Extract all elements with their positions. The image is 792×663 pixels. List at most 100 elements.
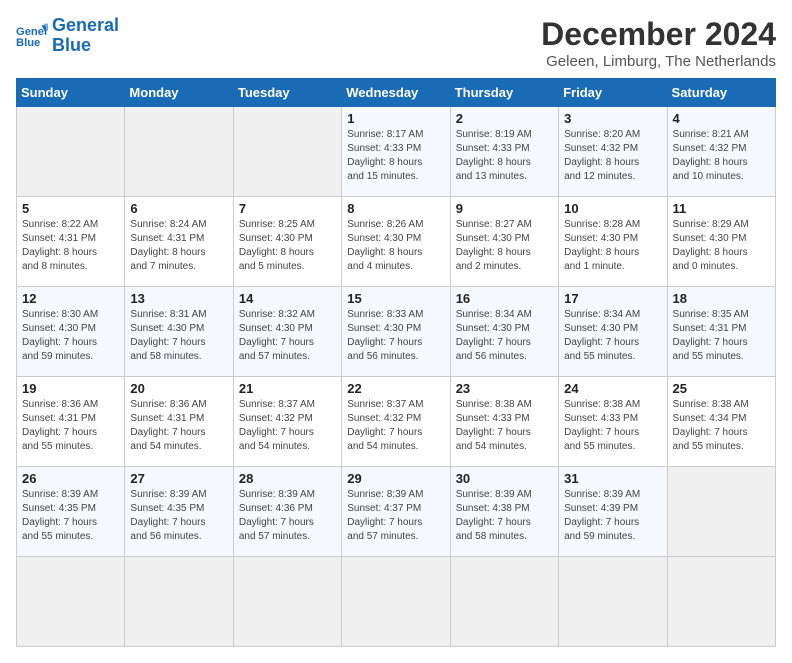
- calendar-cell: [667, 557, 775, 647]
- day-info: Sunrise: 8:37 AM Sunset: 4:32 PM Dayligh…: [347, 398, 444, 454]
- day-info: Sunrise: 8:35 AM Sunset: 4:31 PM Dayligh…: [673, 308, 770, 364]
- day-number: 21: [239, 381, 336, 396]
- weekday-thursday: Thursday: [450, 79, 558, 107]
- weekday-monday: Monday: [125, 79, 233, 107]
- day-number: 9: [456, 201, 553, 216]
- day-info: Sunrise: 8:19 AM Sunset: 4:33 PM Dayligh…: [456, 128, 553, 184]
- calendar-cell: [342, 557, 450, 647]
- calendar-cell: 23 Sunrise: 8:38 AM Sunset: 4:33 PM Dayli…: [450, 377, 558, 467]
- calendar-row: [17, 557, 776, 647]
- calendar-row: 26 Sunrise: 8:39 AM Sunset: 4:35 PM Dayli…: [17, 467, 776, 557]
- calendar-cell: [233, 107, 341, 197]
- day-number: 2: [456, 111, 553, 126]
- day-number: 6: [130, 201, 227, 216]
- calendar-cell: 15 Sunrise: 8:33 AM Sunset: 4:30 PM Dayli…: [342, 287, 450, 377]
- day-info: Sunrise: 8:38 AM Sunset: 4:33 PM Dayligh…: [456, 398, 553, 454]
- day-info: Sunrise: 8:39 AM Sunset: 4:37 PM Dayligh…: [347, 488, 444, 544]
- day-number: 25: [673, 381, 770, 396]
- day-number: 4: [673, 111, 770, 126]
- day-info: Sunrise: 8:39 AM Sunset: 4:39 PM Dayligh…: [564, 488, 661, 544]
- day-info: Sunrise: 8:39 AM Sunset: 4:35 PM Dayligh…: [22, 488, 119, 544]
- calendar-cell: 21 Sunrise: 8:37 AM Sunset: 4:32 PM Dayli…: [233, 377, 341, 467]
- day-info: Sunrise: 8:39 AM Sunset: 4:35 PM Dayligh…: [130, 488, 227, 544]
- day-number: 27: [130, 471, 227, 486]
- day-info: Sunrise: 8:37 AM Sunset: 4:32 PM Dayligh…: [239, 398, 336, 454]
- day-number: 15: [347, 291, 444, 306]
- calendar-cell: 9Sunrise: 8:27 AM Sunset: 4:30 PM Daylig…: [450, 197, 558, 287]
- calendar-cell: [17, 107, 125, 197]
- day-number: 3: [564, 111, 661, 126]
- day-number: 10: [564, 201, 661, 216]
- day-info: Sunrise: 8:26 AM Sunset: 4:30 PM Dayligh…: [347, 218, 444, 274]
- calendar-cell: 26 Sunrise: 8:39 AM Sunset: 4:35 PM Dayli…: [17, 467, 125, 557]
- calendar-row: 1Sunrise: 8:17 AM Sunset: 4:33 PM Daylig…: [17, 107, 776, 197]
- logo-icon: General Blue: [16, 22, 48, 50]
- day-number: 8: [347, 201, 444, 216]
- calendar-cell: 25 Sunrise: 8:38 AM Sunset: 4:34 PM Dayli…: [667, 377, 775, 467]
- day-info: Sunrise: 8:28 AM Sunset: 4:30 PM Dayligh…: [564, 218, 661, 274]
- calendar-cell: 19Sunrise: 8:36 AM Sunset: 4:31 PM Dayli…: [17, 377, 125, 467]
- day-number: 12: [22, 291, 119, 306]
- day-info: Sunrise: 8:21 AM Sunset: 4:32 PM Dayligh…: [673, 128, 770, 184]
- calendar-cell: 4 Sunrise: 8:21 AM Sunset: 4:32 PM Daylig…: [667, 107, 775, 197]
- day-number: 11: [673, 201, 770, 216]
- calendar-cell: 28Sunrise: 8:39 AM Sunset: 4:36 PM Dayli…: [233, 467, 341, 557]
- logo: General Blue General Blue: [16, 16, 119, 56]
- calendar-cell: 5Sunrise: 8:22 AM Sunset: 4:31 PM Daylig…: [17, 197, 125, 287]
- calendar-cell: 27 Sunrise: 8:39 AM Sunset: 4:35 PM Dayli…: [125, 467, 233, 557]
- weekday-wednesday: Wednesday: [342, 79, 450, 107]
- day-info: Sunrise: 8:38 AM Sunset: 4:33 PM Dayligh…: [564, 398, 661, 454]
- calendar-cell: 1Sunrise: 8:17 AM Sunset: 4:33 PM Daylig…: [342, 107, 450, 197]
- day-info: Sunrise: 8:38 AM Sunset: 4:34 PM Dayligh…: [673, 398, 770, 454]
- page-header: General Blue General Blue December 2024 …: [16, 16, 776, 70]
- day-info: Sunrise: 8:34 AM Sunset: 4:30 PM Dayligh…: [456, 308, 553, 364]
- day-info: Sunrise: 8:34 AM Sunset: 4:30 PM Dayligh…: [564, 308, 661, 364]
- calendar-cell: 13 Sunrise: 8:31 AM Sunset: 4:30 PM Dayli…: [125, 287, 233, 377]
- day-number: 26: [22, 471, 119, 486]
- day-number: 29: [347, 471, 444, 486]
- calendar-cell: [125, 557, 233, 647]
- calendar-cell: 8 Sunrise: 8:26 AM Sunset: 4:30 PM Daylig…: [342, 197, 450, 287]
- calendar-cell: [559, 557, 667, 647]
- day-info: Sunrise: 8:32 AM Sunset: 4:30 PM Dayligh…: [239, 308, 336, 364]
- calendar-cell: 24 Sunrise: 8:38 AM Sunset: 4:33 PM Dayli…: [559, 377, 667, 467]
- day-info: Sunrise: 8:31 AM Sunset: 4:30 PM Dayligh…: [130, 308, 227, 364]
- calendar-cell: 29 Sunrise: 8:39 AM Sunset: 4:37 PM Dayli…: [342, 467, 450, 557]
- logo-text: General Blue: [52, 16, 119, 56]
- calendar-cell: 30Sunrise: 8:39 AM Sunset: 4:38 PM Dayli…: [450, 467, 558, 557]
- month-title: December 2024: [541, 16, 776, 53]
- day-info: Sunrise: 8:36 AM Sunset: 4:31 PM Dayligh…: [130, 398, 227, 454]
- day-info: Sunrise: 8:25 AM Sunset: 4:30 PM Dayligh…: [239, 218, 336, 274]
- day-number: 20: [130, 381, 227, 396]
- day-number: 23: [456, 381, 553, 396]
- calendar-cell: 3 Sunrise: 8:20 AM Sunset: 4:32 PM Daylig…: [559, 107, 667, 197]
- calendar-row: 19Sunrise: 8:36 AM Sunset: 4:31 PM Dayli…: [17, 377, 776, 467]
- calendar-cell: 18Sunrise: 8:35 AM Sunset: 4:31 PM Dayli…: [667, 287, 775, 377]
- calendar-row: 5Sunrise: 8:22 AM Sunset: 4:31 PM Daylig…: [17, 197, 776, 287]
- day-number: 31: [564, 471, 661, 486]
- calendar-cell: [667, 467, 775, 557]
- day-number: 24: [564, 381, 661, 396]
- day-info: Sunrise: 8:29 AM Sunset: 4:30 PM Dayligh…: [673, 218, 770, 274]
- calendar-row: 12 Sunrise: 8:30 AM Sunset: 4:30 PM Dayli…: [17, 287, 776, 377]
- calendar-cell: 12 Sunrise: 8:30 AM Sunset: 4:30 PM Dayli…: [17, 287, 125, 377]
- day-number: 14: [239, 291, 336, 306]
- day-info: Sunrise: 8:17 AM Sunset: 4:33 PM Dayligh…: [347, 128, 444, 184]
- calendar-cell: 11 Sunrise: 8:29 AM Sunset: 4:30 PM Dayli…: [667, 197, 775, 287]
- calendar-cell: 16 Sunrise: 8:34 AM Sunset: 4:30 PM Dayli…: [450, 287, 558, 377]
- svg-text:Blue: Blue: [16, 37, 40, 49]
- calendar-cell: 6Sunrise: 8:24 AM Sunset: 4:31 PM Daylig…: [125, 197, 233, 287]
- weekday-header-row: SundayMondayTuesdayWednesdayThursdayFrid…: [17, 79, 776, 107]
- day-number: 13: [130, 291, 227, 306]
- day-info: Sunrise: 8:20 AM Sunset: 4:32 PM Dayligh…: [564, 128, 661, 184]
- calendar-cell: 14 Sunrise: 8:32 AM Sunset: 4:30 PM Dayli…: [233, 287, 341, 377]
- calendar-cell: [125, 107, 233, 197]
- calendar-cell: [450, 557, 558, 647]
- day-info: Sunrise: 8:36 AM Sunset: 4:31 PM Dayligh…: [22, 398, 119, 454]
- day-info: Sunrise: 8:33 AM Sunset: 4:30 PM Dayligh…: [347, 308, 444, 364]
- day-info: Sunrise: 8:39 AM Sunset: 4:36 PM Dayligh…: [239, 488, 336, 544]
- day-info: Sunrise: 8:30 AM Sunset: 4:30 PM Dayligh…: [22, 308, 119, 364]
- day-number: 16: [456, 291, 553, 306]
- calendar-cell: 22Sunrise: 8:37 AM Sunset: 4:32 PM Dayli…: [342, 377, 450, 467]
- calendar-cell: 10 Sunrise: 8:28 AM Sunset: 4:30 PM Dayli…: [559, 197, 667, 287]
